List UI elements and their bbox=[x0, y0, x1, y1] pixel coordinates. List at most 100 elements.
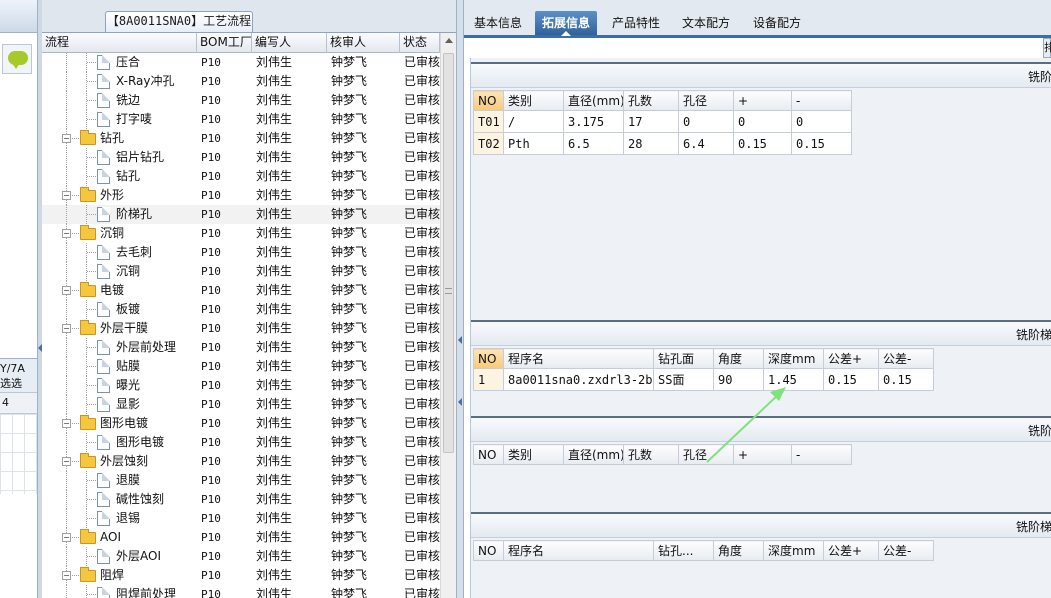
grid-cell[interactable]: 3.175 bbox=[563, 110, 624, 133]
grid-header-cell[interactable]: 角度 bbox=[713, 540, 764, 561]
tree-row[interactable]: − 沉铜 P10 刘伟生 钟梦飞 已审核 bbox=[42, 224, 440, 243]
tree-row[interactable]: 沉铜 P10 刘伟生 钟梦飞 已审核 bbox=[42, 262, 440, 281]
tab-detail-3[interactable]: 文本配方 bbox=[675, 11, 737, 35]
grid-cell[interactable]: 0 bbox=[791, 110, 852, 133]
tree-row[interactable]: 去毛刺 P10 刘伟生 钟梦飞 已审核 bbox=[42, 243, 440, 262]
expander-minus-icon[interactable]: − bbox=[62, 324, 71, 333]
tree-row[interactable]: 外层前处理 P10 刘伟生 钟梦飞 已审核 bbox=[42, 338, 440, 357]
tree-row[interactable]: 压合 P10 刘伟生 钟梦飞 已审核 bbox=[42, 53, 440, 72]
grid-header-cell[interactable]: NO bbox=[473, 444, 504, 465]
expander-minus-icon[interactable]: − bbox=[62, 134, 71, 143]
col-header-writer[interactable]: 编写人 bbox=[252, 33, 327, 53]
tree-row[interactable]: − 外层蚀刻 P10 刘伟生 钟梦飞 已审核 bbox=[42, 452, 440, 471]
tree-row[interactable]: 曝光 P10 刘伟生 钟梦飞 已审核 bbox=[42, 376, 440, 395]
tree-row[interactable]: 阻焊前处理 P10 刘伟生 钟梦飞 已审核 bbox=[42, 585, 440, 598]
grid-header-cell[interactable]: 钻孔面 bbox=[653, 348, 714, 369]
tree-row[interactable]: − AOI P10 刘伟生 钟梦飞 已审核 bbox=[42, 528, 440, 547]
grid-cell[interactable]: 0 bbox=[733, 110, 792, 133]
expander-minus-icon[interactable]: − bbox=[62, 457, 71, 466]
grid-cell[interactable]: 90 bbox=[713, 368, 764, 391]
grid-row[interactable]: T02 Pth 6.5 28 6.4 0.15 0.15 bbox=[473, 132, 852, 155]
tree-row[interactable]: 图形电镀 P10 刘伟生 钟梦飞 已审核 bbox=[42, 433, 440, 452]
grid-header-cell[interactable]: 孔径 bbox=[678, 444, 734, 465]
grid-cell[interactable]: 17 bbox=[623, 110, 679, 133]
expander-minus-icon[interactable]: − bbox=[62, 419, 71, 428]
grid-header-cell[interactable]: 公差- bbox=[878, 540, 934, 561]
grid-cell[interactable]: 1 bbox=[473, 368, 504, 391]
collapse-arrow-icon[interactable] bbox=[458, 336, 462, 344]
grid-cell[interactable]: 0.15 bbox=[823, 368, 879, 391]
grid-header-cell[interactable]: 孔数 bbox=[623, 444, 679, 465]
top-right-button[interactable]: 排 bbox=[1043, 38, 1051, 58]
tree-row[interactable]: 铣边 P10 刘伟生 钟梦飞 已审核 bbox=[42, 91, 440, 110]
grid-header-cell[interactable]: 深度mm bbox=[763, 540, 824, 561]
expander-minus-icon[interactable]: − bbox=[62, 286, 71, 295]
expander-minus-icon[interactable]: − bbox=[62, 571, 71, 580]
col-header-bom[interactable]: BOM工厂 bbox=[197, 33, 252, 53]
col-header-status[interactable]: 状态 bbox=[400, 33, 440, 53]
expander-minus-icon[interactable]: − bbox=[62, 533, 71, 542]
grid-row[interactable]: 1 8a0011sna0.zxdrl3-2b SS面 90 1.45 0.15 0.15 bbox=[473, 368, 934, 391]
tree-row[interactable]: 铝片钻孔 P10 刘伟生 钟梦飞 已审核 bbox=[42, 148, 440, 167]
grid-header-cell[interactable]: 程序名 bbox=[503, 348, 654, 369]
grid-header-cell[interactable]: NO bbox=[473, 348, 504, 369]
grid-header-cell[interactable]: 直径(mm) bbox=[563, 444, 624, 465]
grid-header-cell[interactable]: 孔数 bbox=[623, 90, 679, 111]
grid-header-cell[interactable]: 类别 bbox=[503, 444, 564, 465]
grid-cell[interactable]: 1.45 bbox=[763, 368, 824, 391]
tree-row[interactable]: 贴膜 P10 刘伟生 钟梦飞 已审核 bbox=[42, 357, 440, 376]
grid-cell[interactable]: T02 bbox=[473, 132, 504, 155]
tree-scrollbar[interactable] bbox=[440, 33, 456, 598]
tree-row[interactable]: X-Ray冲孔 P10 刘伟生 钟梦飞 已审核 bbox=[42, 72, 440, 91]
col-header-reviewer[interactable]: 核审人 bbox=[327, 33, 400, 53]
grid-header-cell[interactable]: 类别 bbox=[503, 90, 564, 111]
tree-row[interactable]: 外层AOI P10 刘伟生 钟梦飞 已审核 bbox=[42, 547, 440, 566]
scroll-up-arrow-icon[interactable] bbox=[445, 38, 453, 43]
grid-header-cell[interactable]: 公差- bbox=[878, 348, 934, 369]
tab-detail-1[interactable]: 拓展信息 bbox=[535, 11, 598, 36]
grid-header-cell[interactable]: 公差+ bbox=[823, 348, 879, 369]
grid-cell[interactable]: 0.15 bbox=[791, 132, 852, 155]
grid-cell[interactable]: SS面 bbox=[653, 368, 714, 391]
grid-header-cell[interactable]: 钻孔... bbox=[653, 540, 714, 561]
tab-process-flow[interactable]: 【8A0011SNA0】工艺流程 bbox=[105, 11, 253, 32]
tree-row[interactable]: − 电镀 P10 刘伟生 钟梦飞 已审核 bbox=[42, 281, 440, 300]
tree-row[interactable]: 显影 P10 刘伟生 钟梦飞 已审核 bbox=[42, 395, 440, 414]
grid-cell[interactable]: / bbox=[503, 110, 564, 133]
grid-header-cell[interactable]: 孔径 bbox=[678, 90, 734, 111]
scroll-thumb[interactable] bbox=[443, 53, 454, 453]
grid-header-cell[interactable]: 程序名 bbox=[503, 540, 654, 561]
grid-header-cell[interactable]: 角度 bbox=[713, 348, 764, 369]
tab-detail-4[interactable]: 设备配方 bbox=[746, 11, 808, 35]
expander-minus-icon[interactable]: − bbox=[62, 191, 71, 200]
tree-row[interactable]: − 图形电镀 P10 刘伟生 钟梦飞 已审核 bbox=[42, 414, 440, 433]
grid-cell[interactable]: 0.15 bbox=[733, 132, 792, 155]
tree-row[interactable]: 钻孔 P10 刘伟生 钟梦飞 已审核 bbox=[42, 167, 440, 186]
collapse-arrow-icon[interactable] bbox=[458, 398, 462, 406]
grid-header-cell[interactable]: + bbox=[733, 444, 792, 465]
grid-cell[interactable]: T01 bbox=[473, 110, 504, 133]
grid-cell[interactable]: 6.5 bbox=[563, 132, 624, 155]
tree-row[interactable]: 退锡 P10 刘伟生 钟梦飞 已审核 bbox=[42, 509, 440, 528]
grid-header-cell[interactable]: NO bbox=[473, 540, 504, 561]
grid-header-cell[interactable]: 深度mm bbox=[763, 348, 824, 369]
grid-cell[interactable]: 28 bbox=[623, 132, 679, 155]
tree-row[interactable]: − 阻焊 P10 刘伟生 钟梦飞 已审核 bbox=[42, 566, 440, 585]
grid-cell[interactable]: 8a0011sna0.zxdrl3-2b bbox=[503, 368, 654, 391]
grid-header-cell[interactable]: NO bbox=[473, 90, 504, 111]
grid-header-cell[interactable]: 公差+ bbox=[823, 540, 879, 561]
tree-row[interactable]: 退膜 P10 刘伟生 钟梦飞 已审核 bbox=[42, 471, 440, 490]
tab-detail-0[interactable]: 基本信息 bbox=[467, 11, 529, 35]
tree-row[interactable]: 打字唛 P10 刘伟生 钟梦飞 已审核 bbox=[42, 110, 440, 129]
tree-row[interactable]: 碱性蚀刻 P10 刘伟生 钟梦飞 已审核 bbox=[42, 490, 440, 509]
grid-cell[interactable]: 0.15 bbox=[878, 368, 934, 391]
tree-row[interactable]: − 钻孔 P10 刘伟生 钟梦飞 已审核 bbox=[42, 129, 440, 148]
grid-cell[interactable]: Pth bbox=[503, 132, 564, 155]
grid-header-cell[interactable]: - bbox=[791, 90, 852, 111]
tree-row[interactable]: − 外形 P10 刘伟生 钟梦飞 已审核 bbox=[42, 186, 440, 205]
tree-row[interactable]: 阶梯孔 P10 刘伟生 钟梦飞 已审核 bbox=[42, 205, 440, 224]
col-header-flow[interactable]: 流程 bbox=[42, 33, 197, 53]
chat-bubble-icon[interactable] bbox=[2, 44, 32, 74]
tab-detail-2[interactable]: 产品特性 bbox=[605, 11, 667, 35]
grid-row[interactable]: T01/3.175 17 0 0 0 bbox=[473, 110, 852, 133]
